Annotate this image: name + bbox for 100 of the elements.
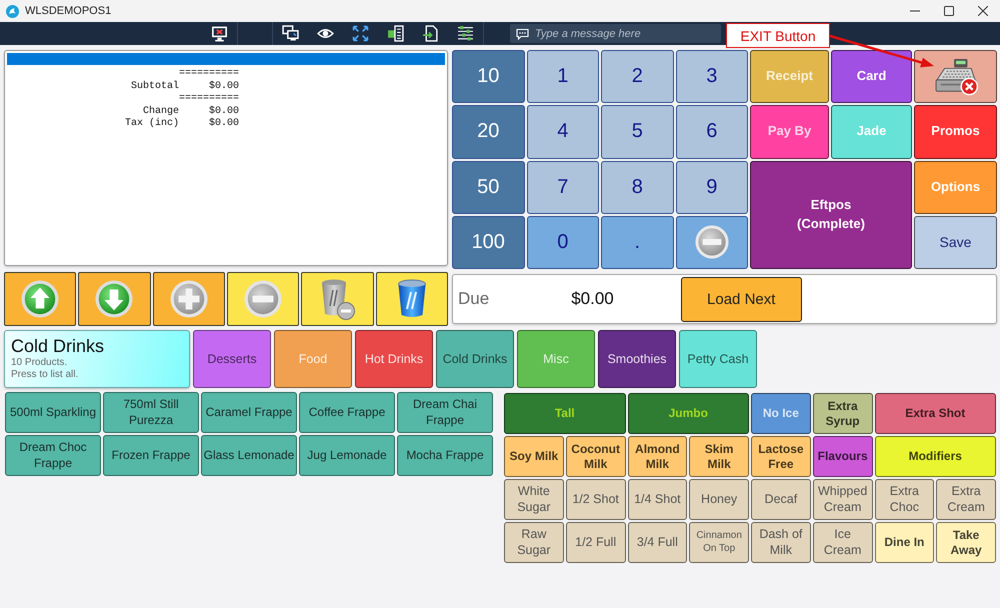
modifier-button[interactable]: Whipped Cream [812, 479, 872, 520]
close-icon[interactable] [978, 6, 988, 16]
amount-key[interactable]: 50 [452, 160, 524, 214]
amount-key[interactable]: 100 [452, 216, 524, 269]
maximize-icon[interactable] [944, 6, 954, 16]
amount-key[interactable]: 20 [452, 105, 524, 158]
monitor-x-icon[interactable] [211, 25, 228, 42]
expand-icon[interactable] [352, 25, 369, 42]
function-button[interactable]: Promos [914, 105, 997, 158]
product-button[interactable]: Dream Chai Frappe [397, 392, 493, 433]
product-button[interactable]: Mocha Frappe [397, 435, 493, 476]
product-button[interactable]: Dream Choc Frappe [5, 435, 101, 476]
delete-line-button[interactable] [301, 272, 374, 326]
receipt-label: Change [142, 106, 179, 118]
receipt-label: Subtotal [130, 80, 179, 93]
modifier-button[interactable]: 1/2 Shot [566, 479, 626, 520]
keypad-key[interactable]: 7 [526, 160, 599, 214]
receipt-value: $0.00 [208, 118, 239, 130]
keypad-key[interactable]: 3 [676, 50, 748, 104]
hint-text: Press to list all. [11, 369, 78, 381]
modifier-button[interactable]: Modifiers [874, 436, 996, 477]
modifier-button[interactable]: Extra Shot [874, 393, 996, 434]
message-field[interactable]: Type a message here [510, 24, 721, 43]
minus-circle-icon [694, 225, 729, 260]
amount-key[interactable]: 10 [452, 50, 524, 104]
exit-button[interactable] [914, 50, 997, 104]
keypad-key[interactable]: 5 [601, 105, 674, 158]
modifier-button[interactable]: Lactose Free [751, 436, 811, 477]
modifier-button[interactable]: Skim Milk [689, 436, 749, 477]
app-icon [6, 4, 19, 18]
product-button[interactable]: Caramel Frappe [201, 392, 297, 433]
modifier-button[interactable]: Honey [689, 479, 749, 520]
category-button[interactable]: Desserts [193, 330, 271, 388]
modifier-button[interactable]: Decaf [751, 479, 811, 520]
function-button[interactable]: Card [831, 50, 912, 104]
clear-order-button[interactable] [376, 272, 448, 326]
window-title: WLSDEMOPOS1 [25, 5, 112, 17]
function-button[interactable]: Eftpos (Complete) [750, 160, 912, 269]
modifier-button[interactable]: 1/4 Shot [628, 479, 688, 520]
keypad-key[interactable]: 2 [601, 50, 674, 104]
category-button[interactable]: Smoothies [598, 330, 676, 388]
keypad-key[interactable]: 1 [526, 50, 599, 104]
receipt-rule: ========== [178, 68, 239, 80]
trash-icon [396, 279, 427, 319]
keypad-key[interactable]: 6 [676, 105, 748, 158]
product-button[interactable]: Coffee Frappe [299, 392, 395, 433]
add-button[interactable] [152, 272, 225, 326]
modifier-button[interactable]: 3/4 Full [628, 522, 688, 563]
cash-register-close-icon [932, 58, 978, 96]
keypad-key[interactable]: . [601, 216, 674, 269]
product-button[interactable]: 500ml Sparkling [5, 392, 101, 433]
annotation-label: EXIT Button [726, 23, 830, 48]
modifier-button[interactable]: Ice Cream [812, 522, 872, 563]
move-up-button[interactable] [4, 272, 76, 326]
modifier-button[interactable]: Coconut Milk [566, 436, 626, 477]
modifier-button[interactable]: Soy Milk [504, 436, 564, 477]
receipt-value: $0.00 [208, 80, 239, 93]
product-button[interactable]: Jug Lemonade [299, 435, 395, 476]
trash-minus-icon [319, 278, 356, 320]
file-grid-icon[interactable] [387, 25, 404, 42]
modifier-button[interactable]: Jumbo [628, 393, 749, 434]
keypad-key[interactable]: 9 [676, 160, 748, 214]
modifier-button[interactable]: Take Away [936, 522, 996, 563]
modifier-button[interactable]: Extra Syrup [812, 393, 872, 434]
due-label: Due [458, 289, 490, 309]
keypad-key[interactable]: 0 [526, 216, 599, 269]
minus-icon [244, 280, 282, 318]
file-arrow-icon[interactable] [422, 25, 439, 42]
product-button[interactable]: Frozen Frappe [103, 435, 199, 476]
receipt-label: Tax (inc) [124, 118, 179, 130]
remove-button[interactable] [227, 272, 300, 326]
category-button[interactable]: Hot Drinks [355, 330, 433, 388]
modifier-button[interactable]: Dash of Milk [751, 522, 811, 563]
modifier-button[interactable]: Dine In [874, 522, 934, 563]
modifier-button[interactable]: Flavours [812, 436, 872, 477]
modifier-button[interactable]: 1/2 Full [566, 522, 626, 563]
category-title: Cold Drinks [11, 335, 104, 357]
modifier-button[interactable]: Raw Sugar [504, 522, 564, 563]
plus-icon [170, 280, 208, 318]
modifier-button[interactable]: Extra Cream [936, 479, 996, 520]
category-button[interactable]: Cold Drinks [436, 330, 514, 388]
function-button[interactable]: Save [914, 216, 997, 269]
modifier-button[interactable]: Almond Milk [628, 436, 688, 477]
keypad-key[interactable]: 4 [526, 105, 599, 158]
keypad-key[interactable]: 8 [601, 160, 674, 214]
backspace-key[interactable] [676, 216, 748, 269]
modifier-button[interactable]: Extra Choc [874, 479, 934, 520]
modifier-button[interactable]: White Sugar [504, 479, 564, 520]
list-settings-icon[interactable] [457, 25, 474, 42]
modifier-button[interactable]: Tall [504, 393, 626, 434]
due-amount: $0.00 [571, 289, 614, 309]
dual-monitor-icon[interactable] [282, 25, 299, 42]
receipt-value: $0.00 [208, 106, 239, 118]
load-next-button[interactable]: Load Next [680, 276, 802, 322]
category-summary-card[interactable]: Cold Drinks 10 Products. Press to list all. [4, 330, 190, 388]
modifier-button[interactable]: Cinnamon On Top [689, 522, 749, 563]
move-down-button[interactable] [78, 272, 151, 326]
product-button[interactable]: Glass Lemonade [201, 435, 297, 476]
category-button[interactable]: Petty Cash [679, 330, 757, 388]
product-button[interactable]: 750ml Still Purezza [103, 392, 199, 433]
